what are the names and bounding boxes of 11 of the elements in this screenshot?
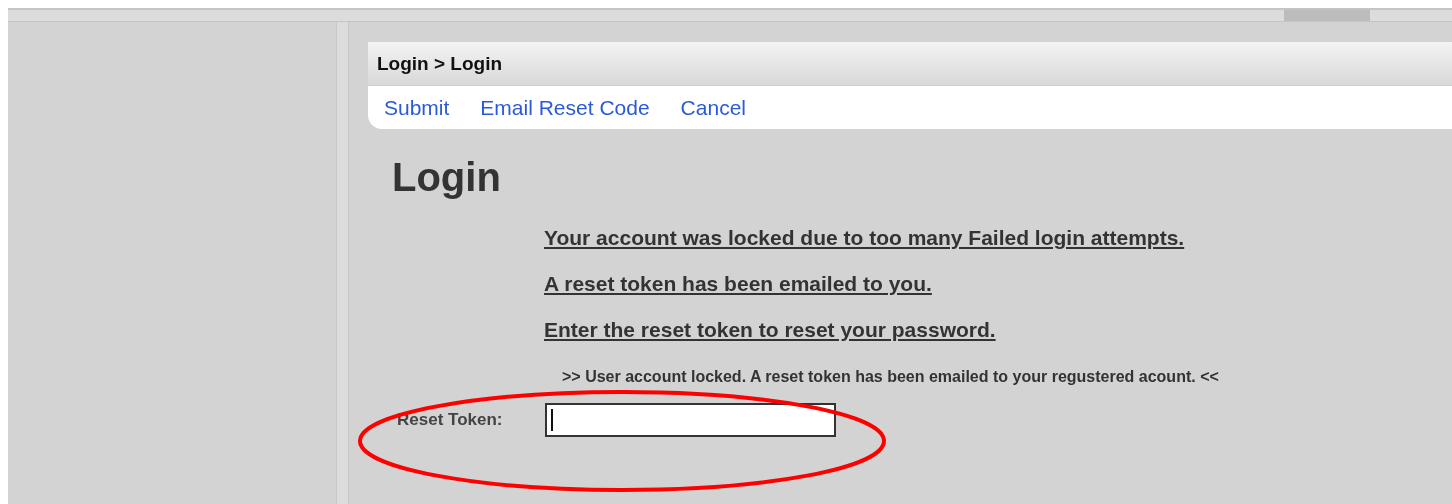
toolbar-link[interactable]: Email Reset Code [480, 95, 650, 120]
message-text: A reset token has been emailed to you. [544, 272, 933, 296]
scrollbar-thumb[interactable] [1284, 10, 1370, 21]
input-field[interactable] [545, 403, 836, 437]
toolbar-link[interactable]: Submit [384, 95, 450, 120]
message-text: Enter the reset token to reset your password. [544, 318, 997, 342]
message-text: Your account was locked due to too many Failed login attempts. [544, 226, 1186, 250]
breadcrumb: Login > Login [377, 52, 503, 75]
page-heading: Login [392, 155, 502, 200]
toolbar-link[interactable]: Cancel [680, 95, 746, 120]
notice-text: >> User account locked. A reset token has been emailed to your regustered acount. << [562, 368, 1220, 386]
